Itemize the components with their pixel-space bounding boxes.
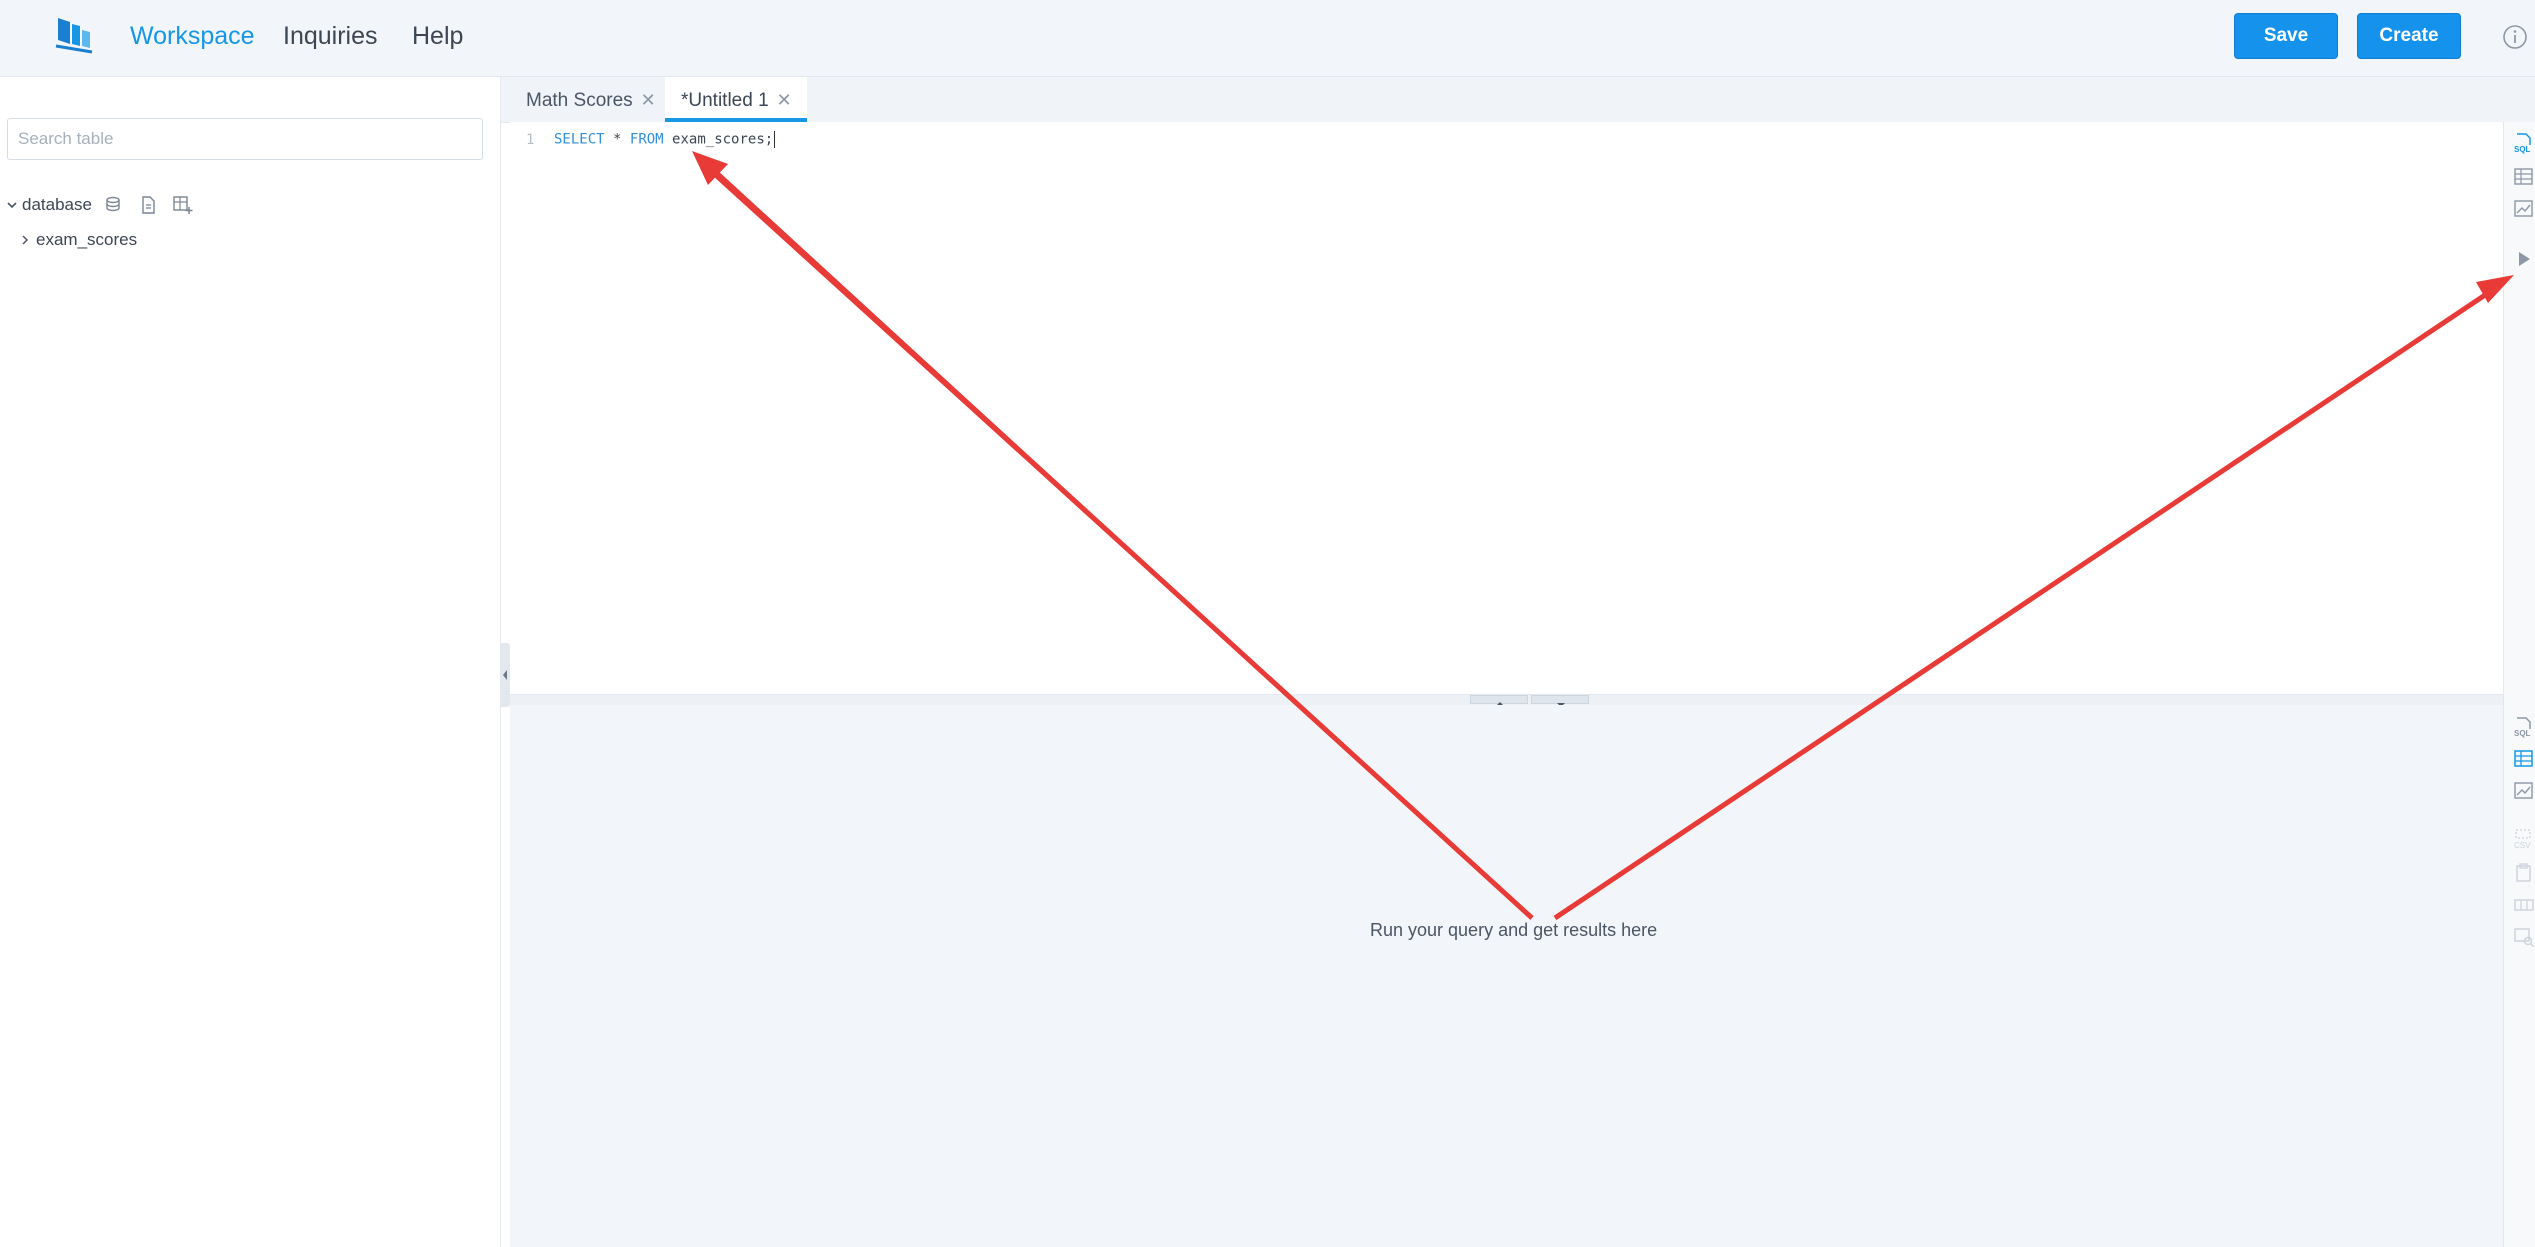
export-csv-icon[interactable]: CSV xyxy=(2513,828,2535,850)
sql-keyword: SELECT xyxy=(554,131,605,148)
tab-math-scores[interactable]: Math Scores ✕ xyxy=(526,77,656,122)
svg-text:SQL: SQL xyxy=(2514,145,2531,154)
nav-help[interactable]: Help xyxy=(412,0,463,76)
line-number: 1 xyxy=(526,132,535,148)
sql-file-icon[interactable]: SQL xyxy=(2513,716,2535,738)
sql-star: * xyxy=(613,131,622,148)
chart-view-icon[interactable] xyxy=(2513,198,2535,220)
run-query-icon[interactable] xyxy=(2513,248,2535,270)
app-logo-icon[interactable] xyxy=(54,14,94,54)
column-settings-icon[interactable] xyxy=(2513,894,2535,916)
results-empty-message: Run your query and get results here xyxy=(1370,920,1658,940)
collapse-left-icon xyxy=(503,670,507,680)
tab-label: Math Scores xyxy=(526,90,633,111)
chart-view-icon[interactable] xyxy=(2513,780,2535,802)
table-view-icon[interactable] xyxy=(2513,748,2535,770)
tree-database-row[interactable]: database xyxy=(6,195,194,215)
tab-label: *Untitled 1 xyxy=(681,90,769,111)
tree-database-label: database xyxy=(22,195,92,214)
save-button[interactable]: Save xyxy=(2234,13,2338,59)
text-caret xyxy=(774,131,776,148)
new-query-file-icon[interactable] xyxy=(138,195,158,215)
tree-table-label: exam_scores xyxy=(36,230,138,249)
expand-up-button[interactable] xyxy=(1470,695,1528,706)
add-table-icon[interactable] xyxy=(172,195,194,215)
info-icon[interactable] xyxy=(2502,24,2528,50)
table-view-icon[interactable] xyxy=(2513,166,2535,188)
tab-untitled-1[interactable]: *Untitled 1 ✕ xyxy=(665,77,807,122)
clipboard-icon[interactable] xyxy=(2513,862,2535,884)
results-panel xyxy=(510,705,2503,1247)
create-button[interactable]: Create xyxy=(2357,13,2461,59)
sql-code[interactable]: SELECT * FROM exam_scores; xyxy=(554,131,776,148)
svg-text:CSV: CSV xyxy=(2514,841,2531,850)
sql-table-ref: exam_scores; xyxy=(672,131,774,148)
chevron-right-icon[interactable] xyxy=(20,234,30,246)
sql-keyword: FROM xyxy=(629,131,664,148)
svg-text:SQL: SQL xyxy=(2514,729,2531,738)
tab-bar: Math Scores ✕ *Untitled 1 ✕ xyxy=(501,77,2535,123)
close-icon[interactable]: ✕ xyxy=(641,77,656,123)
expand-down-button[interactable] xyxy=(1531,695,1589,707)
search-results-icon[interactable] xyxy=(2513,926,2535,948)
nav-workspace[interactable]: Workspace xyxy=(130,0,255,76)
sidebar: database exam_scores xyxy=(0,77,501,1247)
nav-inquiries[interactable]: Inquiries xyxy=(283,0,378,76)
close-icon[interactable]: ✕ xyxy=(777,77,792,123)
top-bar: Workspace Inquiries Help Save Create xyxy=(0,0,2535,77)
sql-file-icon[interactable]: SQL xyxy=(2513,132,2535,154)
right-toolbar xyxy=(2503,122,2535,1247)
chevron-down-icon[interactable] xyxy=(6,199,18,211)
database-stack-icon[interactable] xyxy=(104,195,124,215)
sidebar-collapse-handle[interactable] xyxy=(500,643,510,707)
sql-editor[interactable]: 1 SELECT * FROM exam_scores; xyxy=(510,122,2503,694)
tree-table-row[interactable]: exam_scores xyxy=(20,230,137,250)
search-table-input[interactable] xyxy=(7,118,483,160)
